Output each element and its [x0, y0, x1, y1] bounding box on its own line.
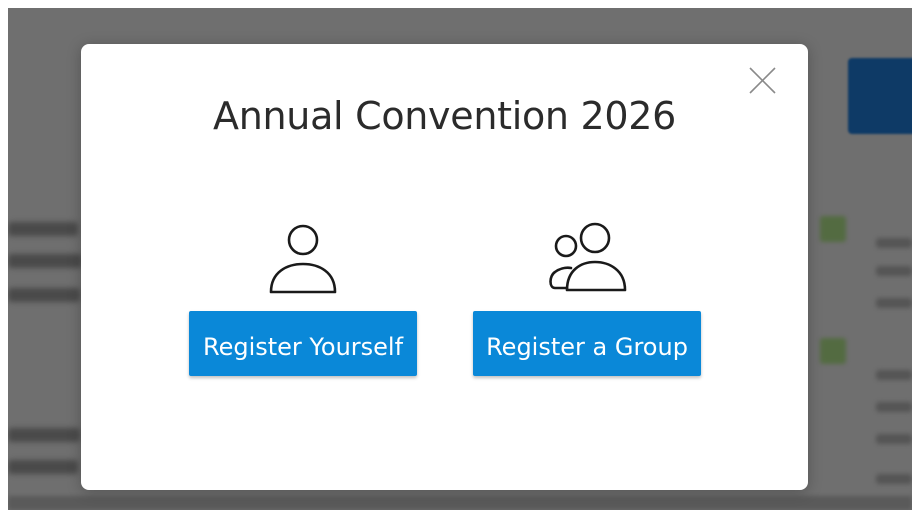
page: Annual Convention 2026 Register Yourself [0, 0, 912, 510]
background-green-square [820, 338, 846, 364]
background-text [8, 460, 78, 474]
close-button[interactable] [746, 64, 780, 98]
background-text [8, 254, 82, 268]
person-icon [269, 224, 337, 294]
background-text [876, 434, 912, 444]
background-text [876, 474, 912, 484]
background-text [8, 428, 80, 442]
person-icon-wrapper [189, 216, 417, 296]
register-yourself-button[interactable]: Register Yourself [189, 311, 417, 376]
background-text [876, 402, 912, 412]
register-group-button[interactable]: Register a Group [473, 311, 701, 376]
group-icon [549, 222, 627, 292]
register-group-option: Register a Group [473, 216, 701, 381]
background-text [8, 288, 80, 302]
background-green-square [820, 216, 846, 242]
background-text [876, 266, 912, 276]
modal-title: Annual Convention 2026 [213, 94, 676, 138]
background-text [8, 222, 78, 236]
background-text [876, 298, 912, 308]
registration-modal: Annual Convention 2026 Register Yourself [81, 44, 808, 490]
background-footer [8, 496, 912, 510]
close-icon [749, 67, 776, 94]
background-blue-button [848, 58, 912, 134]
register-yourself-option: Register Yourself [189, 216, 417, 381]
background-text [876, 238, 912, 248]
group-icon-wrapper [473, 216, 701, 296]
background-text [876, 370, 912, 380]
